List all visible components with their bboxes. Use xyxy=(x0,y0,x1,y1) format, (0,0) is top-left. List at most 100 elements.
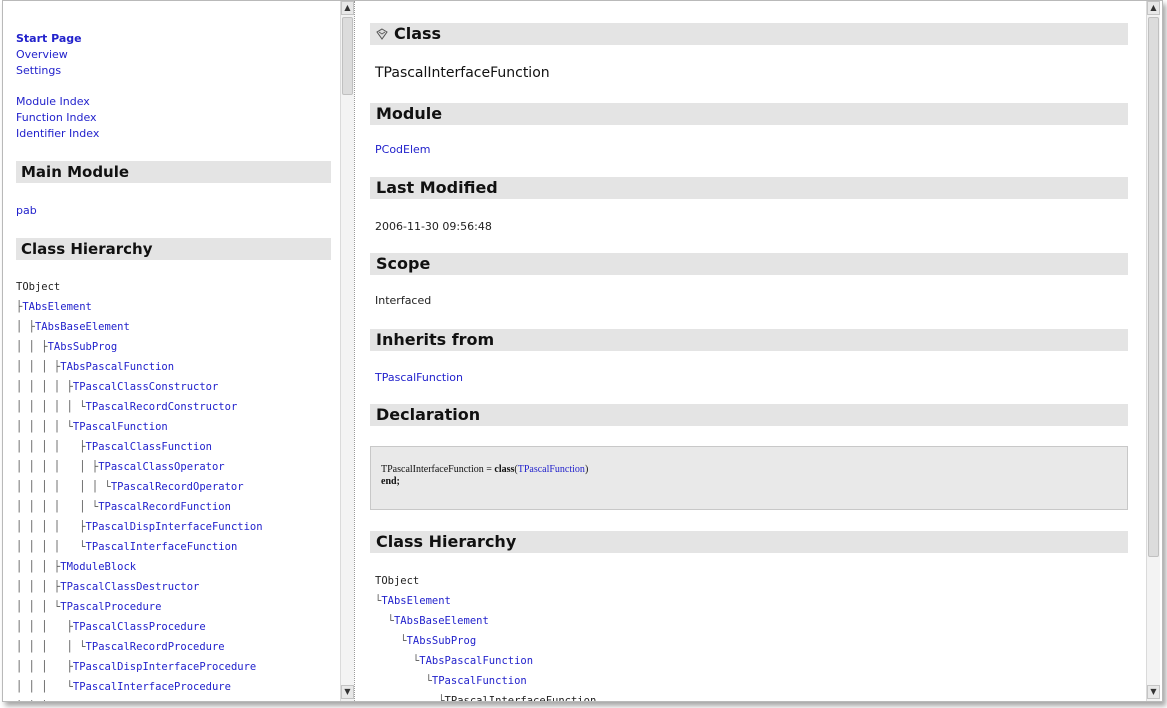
tree-class-link[interactable]: TPascalClassDestructor xyxy=(60,577,199,597)
tree-row: │ │ │ ├ TAbsPascalFunction xyxy=(16,357,263,377)
tree-guide-lines: │ │ │ └ xyxy=(16,681,73,693)
tree-guide-lines: │ │ │ │ ├ xyxy=(16,521,86,533)
main-module-link[interactable]: pab xyxy=(16,204,37,217)
tree-class-link[interactable]: TAbsTypedElement xyxy=(48,697,149,701)
navigation-content: Start Page Overview Settings Module Inde… xyxy=(3,1,337,701)
tree-guide-lines: │ │ │ ├ xyxy=(16,621,73,633)
tree-guide-lines: │ │ │ │ │ └ xyxy=(16,501,99,513)
tree-class-link[interactable]: TPascalFunction xyxy=(432,671,527,691)
tree-class-link[interactable]: TPascalDispInterfaceProcedure xyxy=(73,657,256,677)
tree-class-link[interactable]: TPascalClassConstructor xyxy=(73,377,218,397)
tree-guide-lines: └ xyxy=(375,615,394,627)
tree-row: └ TPascalFunction xyxy=(375,671,596,691)
tree-guide-lines: │ │ │ ├ xyxy=(16,561,61,573)
nav-links-top: Start Page Overview Settings xyxy=(16,31,82,79)
tree-class-link[interactable]: TAbsBaseElement xyxy=(394,611,489,631)
tree-guide-lines: │ │ │ ├ xyxy=(16,581,61,593)
sidebar-class-hierarchy-heading: Class Hierarchy xyxy=(16,238,331,260)
tree-row: │ │ │ ├ TPascalClassProcedure xyxy=(16,617,263,637)
tree-class-link[interactable]: TPascalClassProcedure xyxy=(73,617,206,637)
declaration-keyword: class xyxy=(494,464,515,475)
tree-row: │ ├ TAbsBaseElement xyxy=(16,317,263,337)
tree-guide-lines: │ │ │ ├ xyxy=(16,661,73,673)
tree-row: │ │ │ ├ TPascalDispInterfaceProcedure xyxy=(16,657,263,677)
tree-class-link[interactable]: TPascalRecordProcedure xyxy=(86,637,225,657)
tree-class-link[interactable]: TPascalRecordFunction xyxy=(98,497,231,517)
tree-row: │ │ │ │ └ TPascalRecordProcedure xyxy=(16,637,263,657)
tree-class-label: TObject xyxy=(375,575,420,587)
tree-class-link[interactable]: TAbsElement xyxy=(381,591,451,611)
tree-class-link[interactable]: TAbsSubProg xyxy=(48,337,118,357)
tree-guide-lines: │ │ ├ xyxy=(16,697,48,701)
identifier-index-link[interactable]: Identifier Index xyxy=(16,126,99,142)
tree-row: TObject xyxy=(375,571,596,591)
settings-link[interactable]: Settings xyxy=(16,63,82,79)
tree-guide-lines: │ ├ xyxy=(16,321,35,333)
scroll-up-icon[interactable]: ▲ xyxy=(1147,1,1160,15)
tree-row: │ │ │ │ └ TPascalFunction xyxy=(16,417,263,437)
tree-guide-lines: └ xyxy=(375,635,407,647)
tree-guide-lines: │ │ │ │ │ │ └ xyxy=(16,481,111,493)
tree-row: │ │ │ │ │ └ TPascalRecordConstructor xyxy=(16,397,263,417)
navigation-scrollbar[interactable]: ▲ ▼ xyxy=(340,1,354,701)
tree-class-link[interactable]: TPascalDispInterfaceFunction xyxy=(86,517,263,537)
tree-class-label: TPascalInterfaceFunction xyxy=(444,695,597,701)
declaration-class-name: TPascalInterfaceFunction xyxy=(381,464,484,475)
tree-class-link[interactable]: TPascalClassOperator xyxy=(98,457,224,477)
tree-class-link[interactable]: TPascalInterfaceProcedure xyxy=(73,677,231,697)
tree-class-link[interactable]: TAbsPascalFunction xyxy=(419,651,533,671)
declaration-parent-link[interactable]: TPascalFunction xyxy=(518,464,585,475)
tree-class-link[interactable]: TAbsElement xyxy=(22,297,92,317)
tree-row: ├ TAbsElement xyxy=(16,297,263,317)
inherits-from-heading: Inherits from xyxy=(370,329,1128,351)
tree-guide-lines: │ │ │ │ ├ xyxy=(16,381,73,393)
scroll-down-icon[interactable]: ▼ xyxy=(1147,685,1160,699)
tree-row: │ │ │ │ │ └ TPascalRecordFunction xyxy=(16,497,263,517)
tree-class-link[interactable]: TPascalRecordOperator xyxy=(111,477,244,497)
scroll-down-icon[interactable]: ▼ xyxy=(341,685,354,699)
declaration-line-1: TPascalInterfaceFunction = class(TPascal… xyxy=(381,464,1127,476)
tree-row: │ │ ├TAbsTypedElement xyxy=(16,697,263,701)
declaration-code-block: TPascalInterfaceFunction = class(TPascal… xyxy=(370,446,1128,510)
tree-guide-lines: │ │ │ ├ xyxy=(16,361,61,373)
content-scrollbar[interactable]: ▲ ▼ xyxy=(1146,1,1160,701)
tree-row: │ │ │ │ └ TPascalInterfaceFunction xyxy=(16,537,263,557)
function-index-link[interactable]: Function Index xyxy=(16,110,99,126)
last-modified-value: 2006-11-30 09:56:48 xyxy=(375,220,492,233)
tree-row: TObject xyxy=(16,277,263,297)
class-heading-label: Class xyxy=(394,24,442,43)
scroll-up-icon[interactable]: ▲ xyxy=(341,1,354,15)
tree-class-link[interactable]: TAbsPascalFunction xyxy=(60,357,174,377)
inherits-from-link[interactable]: TPascalFunction xyxy=(375,371,463,384)
content-scroll-thumb[interactable] xyxy=(1148,17,1159,557)
tree-guide-lines: │ │ │ │ └ xyxy=(16,541,86,553)
tree-class-link[interactable]: TPascalRecordConstructor xyxy=(86,397,238,417)
overview-link[interactable]: Overview xyxy=(16,47,82,63)
main-module-heading: Main Module xyxy=(16,161,331,183)
scope-heading: Scope xyxy=(370,253,1128,275)
tree-class-link[interactable]: TModuleBlock xyxy=(60,557,136,577)
module-index-link[interactable]: Module Index xyxy=(16,94,99,110)
navigation-scroll-thumb[interactable] xyxy=(342,17,353,95)
tree-guide-lines: │ │ ├ xyxy=(16,341,48,353)
module-link[interactable]: PCodElem xyxy=(375,143,431,156)
class-icon xyxy=(376,28,388,40)
tree-class-link[interactable]: TAbsBaseElement xyxy=(35,317,130,337)
tree-class-link[interactable]: TPascalFunction xyxy=(73,417,168,437)
tree-row: └ TAbsSubProg xyxy=(375,631,596,651)
tree-guide-lines: └ xyxy=(375,675,432,687)
tree-row: └ TAbsElement xyxy=(375,591,596,611)
scope-value: Interfaced xyxy=(375,294,432,307)
tree-class-link[interactable]: TPascalProcedure xyxy=(60,597,161,617)
tree-row: └ TPascalInterfaceFunction xyxy=(375,691,596,701)
start-page-link[interactable]: Start Page xyxy=(16,31,82,47)
class-name: TPascalInterfaceFunction xyxy=(375,65,550,81)
tree-class-link[interactable]: TPascalInterfaceFunction xyxy=(86,537,238,557)
sidebar-class-tree: TObject ├ TAbsElement │ ├ TAbsBaseElement │ │… xyxy=(16,277,263,701)
tree-row: └ TAbsPascalFunction xyxy=(375,651,596,671)
content-pane: Class TPascalInterfaceFunction Module PC… xyxy=(356,1,1162,701)
tree-class-link[interactable]: TAbsSubProg xyxy=(407,631,477,651)
declaration-close-paren: ) xyxy=(584,464,589,475)
tree-class-link[interactable]: TPascalClassFunction xyxy=(86,437,212,457)
tree-row: │ │ │ └ TPascalInterfaceProcedure xyxy=(16,677,263,697)
